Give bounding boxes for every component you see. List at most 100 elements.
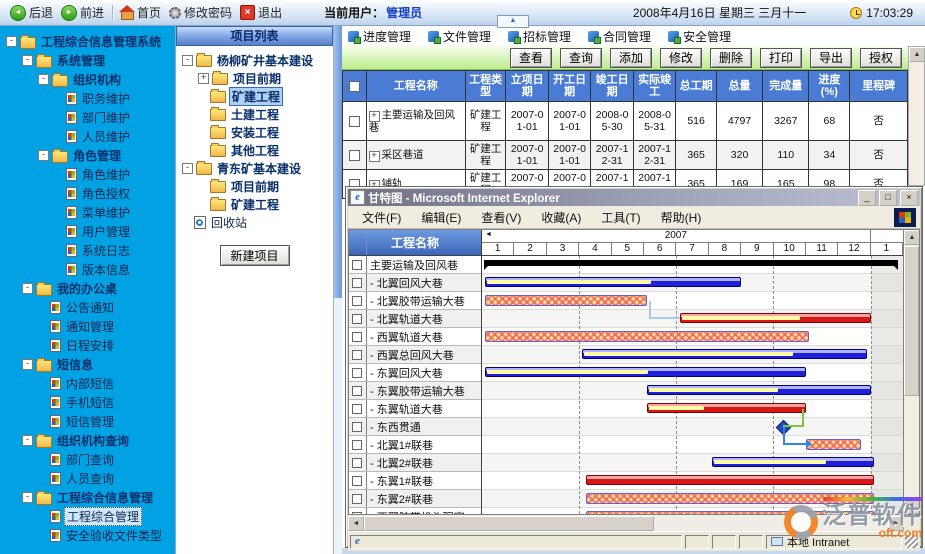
tab-item[interactable]: 合同管理 — [588, 28, 651, 45]
gantt-window-titlebar[interactable]: e 甘特图 - Microsoft Internet Explorer _ □ … — [348, 189, 920, 206]
gantt-bar-red[interactable] — [680, 313, 871, 323]
task-checkbox[interactable] — [352, 386, 362, 396]
nav-item[interactable]: -工程综合信息管理 — [0, 488, 175, 507]
nav-item[interactable]: 部门查询 — [0, 450, 175, 469]
task-checkbox[interactable] — [352, 494, 362, 504]
collapse-expander-icon[interactable]: - — [38, 150, 49, 161]
row-checkbox[interactable] — [349, 116, 360, 127]
collapse-expander-icon[interactable]: - — [22, 492, 33, 503]
menu-item[interactable]: 查看(V) — [471, 209, 531, 226]
project-item[interactable]: -杨柳矿井基本建设 — [176, 51, 333, 69]
content-scrollbar[interactable]: ▲ — [908, 46, 925, 186]
task-checkbox[interactable] — [352, 476, 362, 486]
row-checkbox[interactable] — [349, 150, 360, 161]
task-checkbox[interactable] — [352, 368, 362, 378]
resize-grip[interactable] — [905, 535, 918, 548]
nav-item[interactable]: -组织机构 — [0, 70, 175, 89]
scroll-down-arrow[interactable]: ▼ — [904, 499, 920, 514]
task-checkbox[interactable] — [352, 260, 362, 270]
gantt-bar-hatch[interactable] — [485, 331, 809, 342]
menu-item[interactable]: 工具(T) — [591, 209, 650, 226]
nav-item[interactable]: 人员查询 — [0, 469, 175, 488]
gantt-bar-blue[interactable] — [485, 277, 741, 287]
collapse-expander-icon[interactable]: - — [22, 283, 33, 294]
exit-button[interactable]: × 退出 — [240, 4, 282, 21]
collapse-expander-icon[interactable]: - — [22, 435, 33, 446]
task-checkbox[interactable] — [352, 422, 362, 432]
nav-item[interactable]: 菜单维护 — [0, 203, 175, 222]
nav-item[interactable]: 系统日志 — [0, 241, 175, 260]
expand-expander-icon[interactable]: + — [198, 73, 209, 84]
nav-item[interactable]: 通知管理 — [0, 317, 175, 336]
nav-item[interactable]: 短信管理 — [0, 412, 175, 431]
toolbar-button[interactable]: 导出 — [810, 48, 852, 68]
tab-item[interactable]: 招标管理 — [508, 28, 571, 45]
gantt-bar-hatch[interactable] — [586, 511, 874, 514]
nav-item[interactable]: 内部短信 — [0, 374, 175, 393]
project-item[interactable]: +项目前期 — [176, 69, 333, 87]
nav-item[interactable]: 工程综合管理 — [0, 507, 175, 526]
scroll-up-arrow[interactable]: ▲ — [904, 230, 920, 245]
collapse-expander-icon[interactable]: - — [22, 55, 33, 66]
project-item[interactable]: 矿建工程 — [176, 87, 333, 105]
menu-item[interactable]: 帮助(H) — [651, 209, 712, 226]
gantt-bar-blue[interactable] — [647, 385, 870, 395]
collapse-expander-icon[interactable]: - — [6, 36, 17, 47]
collapse-expander-icon[interactable]: - — [182, 55, 193, 66]
back-button[interactable]: ◄ 后退 — [10, 4, 53, 21]
task-checkbox[interactable] — [352, 440, 362, 450]
gantt-bar-hatch[interactable] — [806, 439, 861, 450]
expand-row-icon[interactable]: + — [369, 151, 380, 162]
expand-row-icon[interactable]: + — [369, 111, 380, 122]
table-row[interactable]: +主要运输及回风巷矿建工程2007-01-012007-01-012008-05… — [343, 102, 908, 141]
close-button[interactable]: × — [900, 190, 918, 206]
new-project-button[interactable]: 新建项目 — [220, 245, 290, 266]
gantt-bar-hatch[interactable] — [586, 493, 874, 504]
menu-item[interactable]: 文件(F) — [352, 209, 411, 226]
project-item[interactable]: 回收站 — [176, 213, 333, 231]
toolbar-button[interactable]: 添加 — [610, 48, 652, 68]
nav-item[interactable]: -组织机构查询 — [0, 431, 175, 450]
project-panel-scrollbar[interactable] — [333, 26, 342, 554]
collapse-expander-icon[interactable]: - — [22, 359, 33, 370]
nav-item[interactable]: 安全验收文件类型 — [0, 526, 175, 545]
home-button[interactable]: 首页 — [121, 4, 161, 21]
nav-item[interactable]: -我的办公桌 — [0, 279, 175, 298]
task-checkbox[interactable] — [352, 278, 362, 288]
nav-item[interactable]: -角色管理 — [0, 146, 175, 165]
forward-button[interactable]: ► 前进 — [61, 4, 104, 21]
project-item[interactable]: 土建工程 — [176, 105, 333, 123]
scroll-up-arrow[interactable]: ▲ — [909, 47, 925, 62]
toolbar-button[interactable]: 打印 — [760, 48, 802, 68]
scrollbar-thumb[interactable] — [364, 516, 654, 531]
toolbar-button[interactable]: 修改 — [660, 48, 702, 68]
nav-item[interactable]: 角色授权 — [0, 184, 175, 203]
tab-item[interactable]: 文件管理 — [428, 28, 491, 45]
gantt-bar-blue[interactable] — [712, 457, 874, 467]
toolbar-button[interactable]: 删除 — [710, 48, 752, 68]
collapse-panel-handle[interactable]: ▲ — [497, 15, 529, 28]
project-item[interactable]: 安装工程 — [176, 123, 333, 141]
nav-item[interactable]: 版本信息 — [0, 260, 175, 279]
gantt-bar-hatch[interactable] — [485, 295, 647, 306]
gantt-bar-red[interactable] — [647, 403, 806, 413]
maximize-button[interactable]: □ — [879, 190, 897, 206]
project-item[interactable]: -青东矿基本建设 — [176, 159, 333, 177]
nav-item[interactable]: 日程安排 — [0, 336, 175, 355]
change-password-button[interactable]: 修改密码 — [169, 4, 232, 21]
task-checkbox[interactable] — [352, 512, 362, 515]
nav-item[interactable]: 用户管理 — [0, 222, 175, 241]
gantt-horizontal-scrollbar[interactable]: ◄ ► — [348, 515, 920, 531]
task-checkbox[interactable] — [352, 296, 362, 306]
toolbar-button[interactable]: 授权 — [860, 48, 902, 68]
nav-item[interactable]: 公告通知 — [0, 298, 175, 317]
task-checkbox[interactable] — [352, 458, 362, 468]
task-checkbox[interactable] — [352, 350, 362, 360]
nav-item[interactable]: -系统管理 — [0, 51, 175, 70]
toolbar-button[interactable]: 查看 — [510, 48, 552, 68]
menu-item[interactable]: 编辑(E) — [411, 209, 471, 226]
gantt-bar-blue[interactable] — [582, 349, 867, 359]
toolbar-button[interactable]: 查询 — [560, 48, 602, 68]
task-checkbox[interactable] — [352, 404, 362, 414]
scrollbar-thumb[interactable] — [904, 246, 919, 396]
